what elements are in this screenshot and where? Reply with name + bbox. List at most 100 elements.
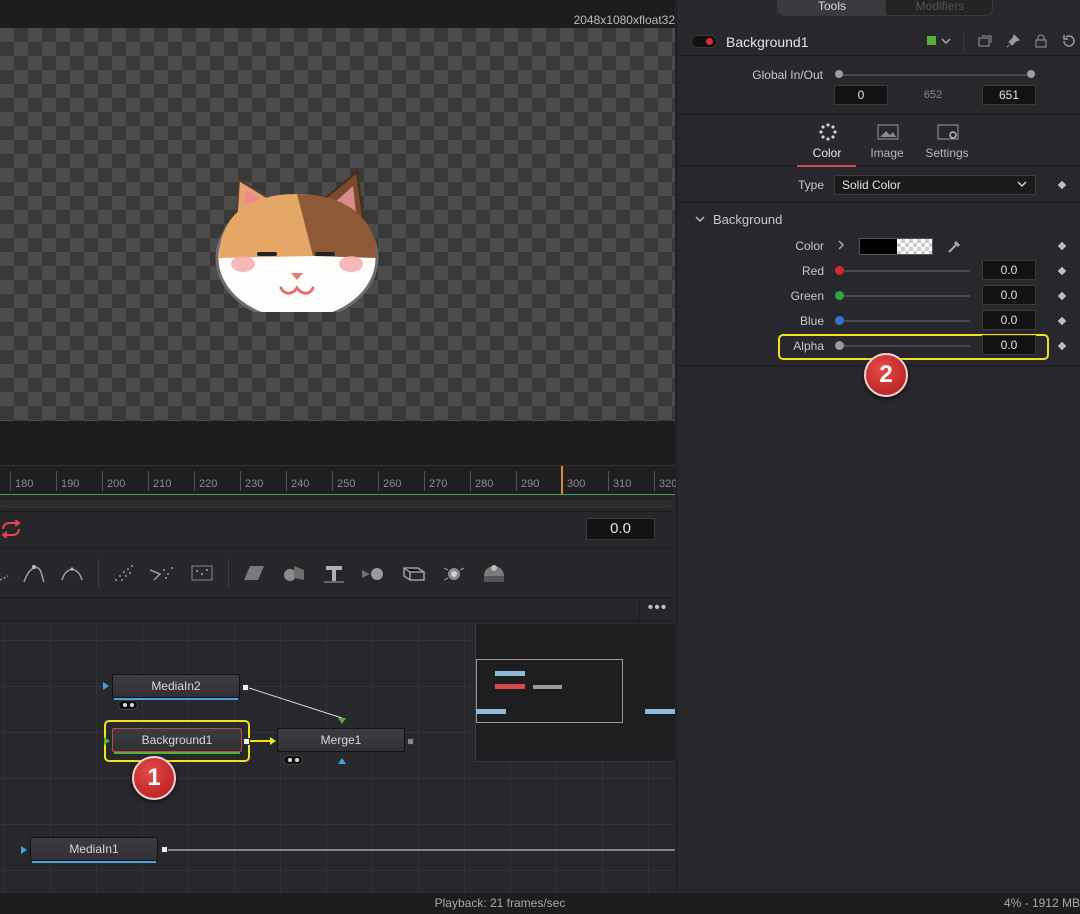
- viewer-topbar: 2048x1080xfloat32: [0, 0, 675, 28]
- eyedropper-icon[interactable]: [947, 238, 963, 254]
- merge-3d-icon[interactable]: [360, 560, 388, 586]
- lock-icon[interactable]: [1033, 33, 1049, 49]
- tab-tools[interactable]: Tools: [778, 0, 886, 15]
- green-slider[interactable]: [844, 295, 970, 297]
- background1-output-port[interactable]: [243, 738, 250, 745]
- shape-3d-icon[interactable]: [280, 560, 308, 586]
- node-merge1-label: Merge1: [320, 733, 362, 747]
- collapse-chevron-icon[interactable]: [695, 214, 705, 224]
- inspector-panel: Tools Modifiers Background1 Global In/Ou…: [676, 0, 1080, 892]
- blue-slider[interactable]: [844, 320, 970, 322]
- green-value-field[interactable]: 0.0: [982, 285, 1036, 305]
- subtab-image[interactable]: Image: [857, 115, 917, 167]
- navigator-node: [645, 709, 675, 714]
- alpha-slider-handle[interactable]: [835, 341, 844, 350]
- ruler-tick: 250: [332, 471, 355, 491]
- type-dropdown[interactable]: Solid Color: [834, 175, 1036, 195]
- green-slider-handle[interactable]: [835, 291, 844, 300]
- subtab-settings[interactable]: Settings: [917, 115, 977, 167]
- tool-enable-toggle[interactable]: [691, 35, 717, 48]
- mediain1-output-port[interactable]: [161, 846, 168, 853]
- node-background1[interactable]: Background1: [112, 728, 242, 754]
- subtab-image-label: Image: [870, 146, 904, 160]
- merge1-toggle[interactable]: [283, 755, 303, 765]
- alpha-value-field[interactable]: 0.0: [982, 335, 1036, 355]
- playhead[interactable]: [561, 466, 563, 494]
- image-icon: [877, 124, 899, 140]
- alpha-slider[interactable]: [844, 345, 970, 347]
- mediain1-input-port[interactable]: [21, 846, 27, 854]
- global-in-handle[interactable]: [835, 70, 843, 78]
- loop-icon[interactable]: [0, 520, 22, 538]
- ruler-tick: 310: [608, 471, 631, 491]
- red-value-field[interactable]: 0.0: [982, 260, 1036, 280]
- background-section-title: Background: [713, 212, 783, 227]
- global-out-field[interactable]: 651: [982, 85, 1036, 105]
- node-editor[interactable]: MediaIn2 Background1 1 Merge1 MediaIn1: [0, 622, 675, 892]
- particle-render-icon[interactable]: [148, 560, 176, 586]
- merge1-mask-input[interactable]: [338, 758, 346, 764]
- mediain2-input-port[interactable]: [103, 682, 109, 690]
- alpha-keyframe-icon[interactable]: [1057, 341, 1067, 351]
- mediain2-output-port[interactable]: [242, 684, 249, 691]
- timeline-ruler[interactable]: 180 190 200 210 220 230 240 250 260 270 …: [0, 465, 677, 495]
- chevron-right-icon[interactable]: [837, 239, 845, 251]
- node-navigator[interactable]: [475, 624, 675, 762]
- node-color-swatch[interactable]: [927, 36, 936, 45]
- red-slider-handle[interactable]: [835, 266, 844, 275]
- blue-slider-handle[interactable]: [835, 316, 844, 325]
- inspector-tabs: Tools Modifiers: [777, 0, 993, 16]
- range-bar[interactable]: [0, 496, 672, 512]
- particle-merge-icon[interactable]: [188, 560, 216, 586]
- color-swatch[interactable]: [859, 238, 933, 255]
- mediain2-toggle[interactable]: [118, 700, 138, 710]
- particle-emitter-icon[interactable]: [110, 560, 138, 586]
- green-label: Green: [790, 289, 824, 303]
- renderer-3d-icon[interactable]: [480, 560, 508, 586]
- node-mediain2[interactable]: MediaIn2: [112, 674, 240, 700]
- blue-keyframe-icon[interactable]: [1057, 316, 1067, 326]
- bezier-tool-icon[interactable]: [58, 560, 86, 586]
- bspline-tool-icon[interactable]: [20, 560, 48, 586]
- pin-icon[interactable]: [1005, 33, 1021, 49]
- green-keyframe-icon[interactable]: [1057, 291, 1067, 301]
- node-mediain1[interactable]: MediaIn1: [30, 837, 158, 863]
- type-keyframe-icon[interactable]: [1057, 180, 1067, 190]
- toolbar-divider: [98, 559, 99, 589]
- merge1-background-input[interactable]: [270, 737, 276, 745]
- ruler-tick: 270: [424, 471, 447, 491]
- type-dropdown-value: Solid Color: [842, 178, 901, 192]
- inspector-subtabs: Color Image Settings: [677, 114, 1080, 167]
- viewer-panel[interactable]: 2048x1080xfloat32: [0, 0, 675, 465]
- color-keyframe-icon[interactable]: [1057, 241, 1067, 251]
- text-3d-icon[interactable]: [320, 560, 348, 586]
- merge1-output-port[interactable]: [407, 738, 414, 745]
- ruler-tick: 220: [194, 471, 217, 491]
- red-keyframe-icon[interactable]: [1057, 266, 1067, 276]
- blue-value-field[interactable]: 0.0: [982, 310, 1036, 330]
- cat-image: [215, 170, 379, 312]
- ruler-tick: 290: [516, 471, 539, 491]
- node-merge1[interactable]: Merge1: [277, 728, 405, 752]
- global-inout-slider[interactable]: [839, 74, 1031, 76]
- chevron-down-icon[interactable]: [940, 35, 952, 47]
- node-mediain2-label: MediaIn2: [151, 679, 201, 693]
- tab-modifiers[interactable]: Modifiers: [886, 0, 992, 15]
- reset-icon[interactable]: [1061, 33, 1077, 49]
- color-dots-icon: [819, 123, 837, 141]
- red-slider[interactable]: [844, 270, 970, 272]
- merge1-foreground-input[interactable]: [338, 718, 346, 724]
- memory-status: 4% - 1912 MB: [1003, 896, 1080, 910]
- camera-3d-icon[interactable]: [400, 560, 428, 586]
- more-options-button[interactable]: •••: [639, 598, 675, 622]
- image-plane-3d-icon[interactable]: [240, 560, 268, 586]
- spotlight-3d-icon[interactable]: [440, 560, 468, 586]
- node-mediain1-bar: [32, 861, 156, 863]
- global-out-handle[interactable]: [1027, 70, 1035, 78]
- current-time-field[interactable]: 0.0: [586, 518, 655, 540]
- background1-input-port[interactable]: [104, 737, 110, 745]
- subtab-color[interactable]: Color: [797, 115, 857, 167]
- versions-icon[interactable]: [977, 33, 993, 49]
- viewer-canvas[interactable]: [0, 28, 675, 421]
- global-in-field[interactable]: 0: [834, 85, 888, 105]
